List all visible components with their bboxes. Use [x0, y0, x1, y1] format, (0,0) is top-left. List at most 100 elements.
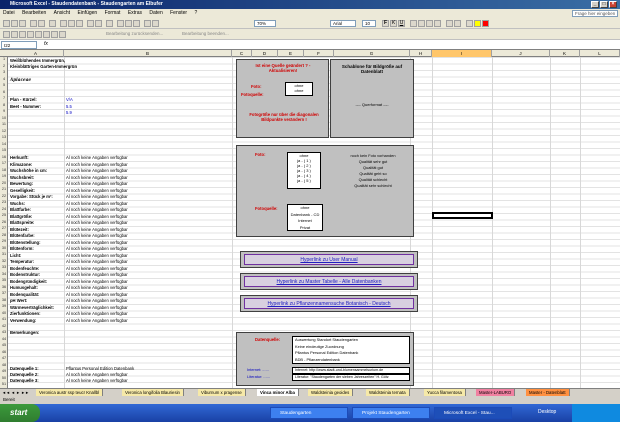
task-excel[interactable]: Microsoft Excel - Stau...: [434, 407, 512, 419]
column-header-c[interactable]: C: [232, 50, 252, 57]
menu-einfuegen[interactable]: Einfügen: [74, 9, 100, 18]
internet-value[interactable]: Internet: http://www.stadt-und-blumensam…: [292, 367, 410, 374]
row-header[interactable]: 32: [0, 259, 8, 263]
row-header[interactable]: 9: [0, 109, 8, 113]
maximize-button[interactable]: □: [600, 1, 608, 8]
row-header[interactable]: 4: [0, 77, 8, 81]
worksheet-grid[interactable]: Weißblühendes Immergrün, Kleinblättriges…: [8, 57, 620, 388]
row-header[interactable]: 51: [0, 382, 8, 386]
row-header[interactable]: 8: [0, 103, 8, 107]
column-header-e[interactable]: E: [278, 50, 304, 57]
row-header[interactable]: 27: [0, 226, 8, 230]
new-icon[interactable]: [3, 20, 10, 27]
row-header[interactable]: 26: [0, 220, 8, 224]
master-table-link[interactable]: Hyperlink zu Master Tabelle - Alle Daten…: [244, 276, 414, 287]
align-left-icon[interactable]: [410, 20, 417, 27]
row-header[interactable]: 38: [0, 298, 8, 302]
chart-icon[interactable]: [144, 20, 151, 27]
row-header[interactable]: 41: [0, 317, 8, 321]
column-header-l[interactable]: L: [580, 50, 620, 57]
menu-extras[interactable]: Extras: [125, 9, 145, 18]
row-header[interactable]: 5: [0, 83, 8, 87]
send-review-button[interactable]: Bearbeitung zurücksenden...: [106, 31, 163, 36]
print-icon[interactable]: [30, 20, 37, 27]
row-header[interactable]: 2: [0, 64, 8, 68]
row-header[interactable]: 18: [0, 168, 8, 172]
foto-status-box[interactable]: ohne ohne: [285, 82, 313, 96]
row-header[interactable]: 14: [0, 142, 8, 146]
row-header[interactable]: 33: [0, 265, 8, 269]
review-icon-5[interactable]: [35, 31, 42, 38]
currency-icon[interactable]: [446, 20, 453, 27]
task-staudengarten[interactable]: Staudengarten: [270, 407, 348, 419]
row-header[interactable]: 16: [0, 155, 8, 159]
save-icon[interactable]: [19, 20, 26, 27]
minimize-button[interactable]: _: [591, 1, 599, 8]
menu-datei[interactable]: Datei: [0, 9, 18, 18]
column-header-i[interactable]: I: [432, 50, 492, 57]
function-icon[interactable]: fx: [44, 41, 48, 47]
row-header[interactable]: 46: [0, 350, 8, 354]
column-header-a[interactable]: A: [8, 50, 64, 57]
redo-icon[interactable]: [95, 20, 102, 27]
menu-ansicht[interactable]: Ansicht: [51, 9, 73, 18]
open-icon[interactable]: [11, 20, 18, 27]
row-header[interactable]: 17: [0, 161, 8, 165]
column-header-d[interactable]: D: [252, 50, 278, 57]
column-header-h[interactable]: H: [410, 50, 432, 57]
row-header[interactable]: 29: [0, 239, 8, 243]
user-manual-link[interactable]: Hyperlink zu User Manual: [244, 254, 414, 265]
row-header[interactable]: 45: [0, 343, 8, 347]
merge-icon[interactable]: [434, 20, 441, 27]
row-header[interactable]: 31: [0, 252, 8, 256]
row-header[interactable]: 19: [0, 174, 8, 178]
font-color-icon[interactable]: [482, 20, 489, 27]
menu-fenster[interactable]: Fenster: [167, 9, 190, 18]
end-review-button[interactable]: Bearbeitung beenden...: [182, 31, 229, 36]
row-header[interactable]: 43: [0, 330, 8, 334]
italic-icon[interactable]: K: [390, 20, 397, 27]
row-header[interactable]: 10: [0, 116, 8, 120]
row-header[interactable]: 13: [0, 135, 8, 139]
menu-help[interactable]: ?: [191, 9, 200, 18]
spelling-icon[interactable]: [49, 20, 56, 27]
row-header[interactable]: 24: [0, 207, 8, 211]
active-cell-i22[interactable]: [432, 212, 493, 219]
sort-asc-icon[interactable]: [125, 20, 132, 27]
column-header-k[interactable]: K: [550, 50, 580, 57]
row-header[interactable]: 3: [0, 70, 8, 74]
row-header[interactable]: 42: [0, 324, 8, 328]
review-icon-1[interactable]: [3, 31, 10, 38]
row-header[interactable]: 34: [0, 272, 8, 276]
undo-icon[interactable]: [87, 20, 94, 27]
column-header-j[interactable]: J: [492, 50, 550, 57]
review-icon-3[interactable]: [19, 31, 26, 38]
row-header[interactable]: 36: [0, 285, 8, 289]
percent-icon[interactable]: [454, 20, 461, 27]
review-icon-4[interactable]: [27, 31, 34, 38]
menu-format[interactable]: Format: [102, 9, 124, 18]
row-header[interactable]: 21: [0, 187, 8, 191]
row-header[interactable]: 37: [0, 291, 8, 295]
row-header[interactable]: 11: [0, 122, 8, 126]
row-header[interactable]: 35: [0, 278, 8, 282]
font-size-select[interactable]: 10: [362, 20, 376, 27]
row-header[interactable]: 7: [0, 96, 8, 100]
row-header[interactable]: 30: [0, 246, 8, 250]
drawing-icon[interactable]: [152, 20, 159, 27]
fill-color-icon[interactable]: [474, 20, 481, 27]
row-header[interactable]: 12: [0, 129, 8, 133]
row-header[interactable]: 40: [0, 311, 8, 315]
row-header[interactable]: 22: [0, 194, 8, 198]
align-center-icon[interactable]: [418, 20, 425, 27]
review-icon-2[interactable]: [11, 31, 18, 38]
row-header[interactable]: 23: [0, 200, 8, 204]
name-box[interactable]: I22: [1, 41, 37, 49]
align-right-icon[interactable]: [426, 20, 433, 27]
row-header[interactable]: 28: [0, 233, 8, 237]
zoom-select[interactable]: 70%: [254, 20, 276, 27]
review-icon-8[interactable]: [59, 31, 66, 38]
sort-desc-icon[interactable]: [133, 20, 140, 27]
menu-bearbeiten[interactable]: Bearbeiten: [19, 9, 49, 18]
borders-icon[interactable]: [466, 20, 473, 27]
